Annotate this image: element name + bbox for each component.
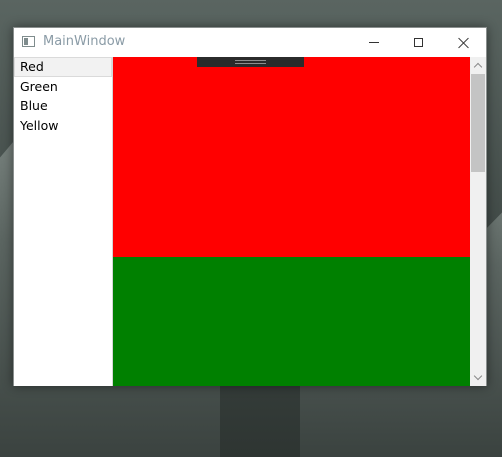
scroll-up-button[interactable]	[470, 57, 486, 73]
title-bar[interactable]: MainWindow	[14, 28, 486, 57]
color-list: Red Green Blue Yellow	[14, 57, 113, 386]
close-button[interactable]	[441, 28, 486, 57]
list-item-yellow[interactable]: Yellow	[14, 116, 112, 136]
color-scroll-view[interactable]	[113, 57, 470, 386]
window-app-icon	[22, 36, 35, 47]
chevron-up-icon	[473, 62, 483, 72]
main-window: MainWindow Red Green Blue Yellow	[13, 27, 487, 386]
green-panel	[113, 257, 470, 386]
drag-handle[interactable]	[197, 57, 304, 67]
minimize-icon	[368, 42, 379, 43]
scroll-down-button[interactable]	[470, 370, 486, 386]
list-item-red[interactable]: Red	[14, 57, 112, 77]
maximize-button[interactable]	[396, 28, 441, 57]
chevron-down-icon	[473, 371, 483, 381]
red-panel	[113, 57, 470, 257]
scroll-thumb[interactable]	[471, 74, 485, 172]
vertical-scrollbar[interactable]	[470, 57, 486, 386]
maximize-icon	[414, 38, 423, 47]
window-title: MainWindow	[43, 34, 126, 49]
close-icon	[458, 37, 470, 49]
minimize-button[interactable]	[351, 28, 396, 57]
list-item-blue[interactable]: Blue	[14, 96, 112, 116]
client-area: Red Green Blue Yellow	[14, 57, 486, 386]
list-item-green[interactable]: Green	[14, 77, 112, 97]
